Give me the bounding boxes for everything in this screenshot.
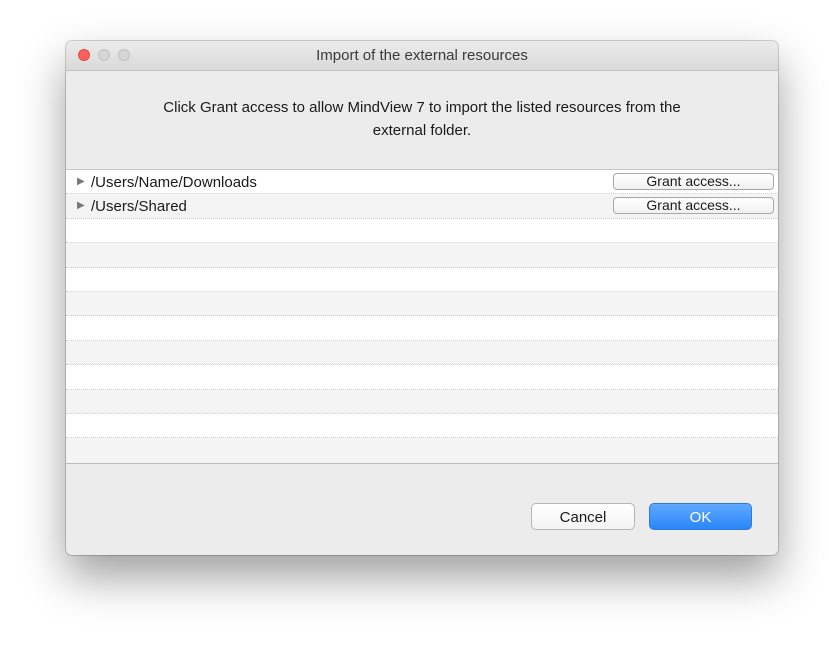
title-bar[interactable]: Import of the external resources (66, 41, 778, 71)
resource-path: /Users/Shared (91, 198, 187, 216)
empty-row (66, 268, 778, 292)
resource-path: /Users/Name/Downloads (91, 174, 257, 191)
empty-row (66, 438, 778, 463)
empty-row (66, 414, 778, 439)
grant-access-button-shared[interactable]: Grant access... (613, 197, 774, 215)
disclosure-triangle-icon[interactable]: ▶ (77, 200, 85, 212)
cancel-button[interactable]: Cancel (531, 503, 635, 530)
instructions-line-1: Click Grant access to allow MindView 7 t… (163, 99, 681, 116)
empty-row (66, 389, 778, 414)
disclosure-triangle-icon[interactable]: ▶ (77, 176, 85, 188)
empty-row (66, 291, 778, 317)
instructions-text: Click Grant access to allow MindView 7 t… (106, 96, 738, 142)
ok-button[interactable]: OK (649, 503, 752, 530)
resource-row-downloads[interactable]: ▶ /Users/Name/Downloads Grant access... (66, 170, 778, 195)
resource-list[interactable]: ▶ /Users/Name/Downloads Grant access... … (66, 169, 778, 464)
import-dialog: Import of the external resources Click G… (66, 41, 778, 555)
window-title: Import of the external resources (316, 47, 528, 64)
grant-access-button-downloads[interactable]: Grant access... (613, 173, 774, 190)
resource-row-shared[interactable]: ▶ /Users/Shared Grant access... (66, 194, 778, 219)
empty-row (66, 340, 778, 366)
empty-row (66, 365, 778, 390)
empty-row (66, 219, 778, 244)
instructions-line-2: external folder. (372, 122, 472, 139)
desktop-background: Import of the external resources Click G… (0, 0, 829, 647)
empty-row (66, 243, 778, 268)
empty-row (66, 316, 778, 341)
